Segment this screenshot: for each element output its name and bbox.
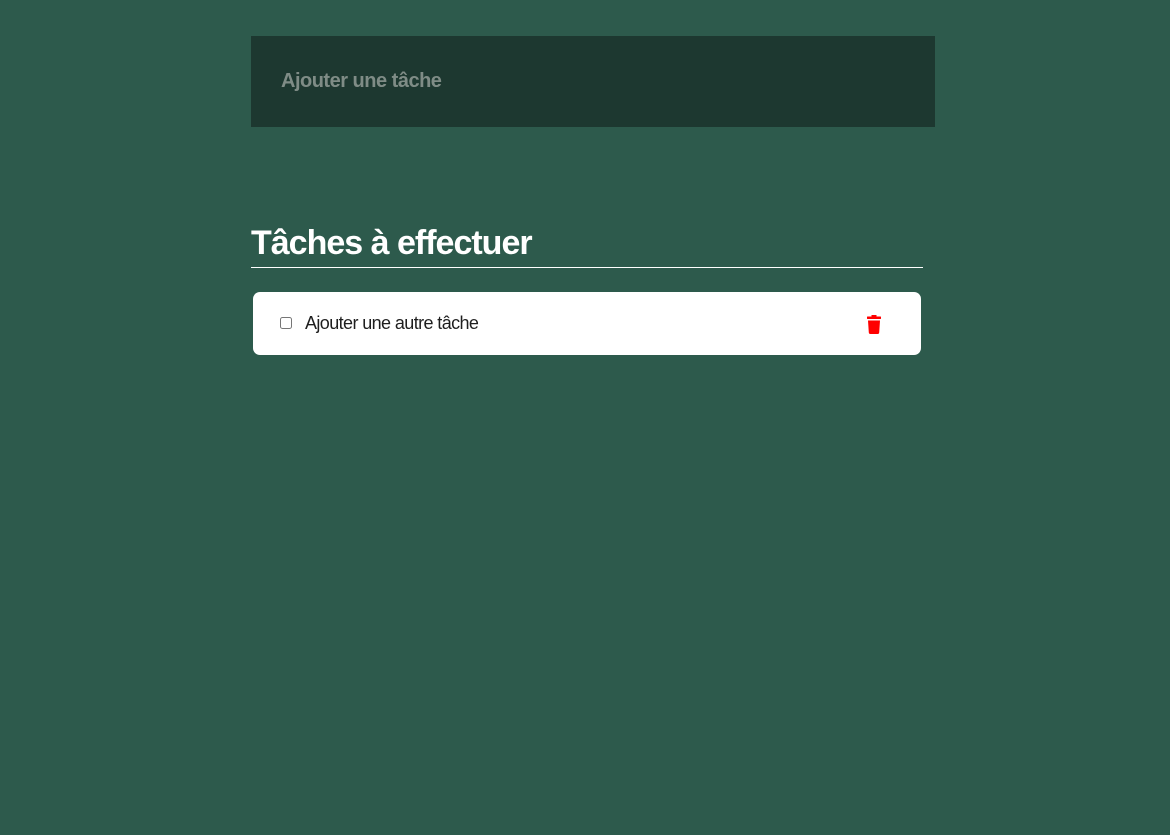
new-task-form (251, 36, 935, 127)
new-task-input[interactable] (251, 36, 935, 127)
task-checkbox[interactable] (280, 317, 292, 329)
title-divider (251, 267, 923, 268)
task-label: Ajouter une autre tâche (305, 313, 479, 333)
delete-task-button[interactable] (861, 311, 887, 337)
task-item: Ajouter une autre tâche (253, 292, 921, 355)
task-list: Ajouter une autre tâche (253, 292, 921, 355)
trash-icon (867, 315, 881, 334)
section-title: Tâches à effectuer (251, 224, 533, 262)
